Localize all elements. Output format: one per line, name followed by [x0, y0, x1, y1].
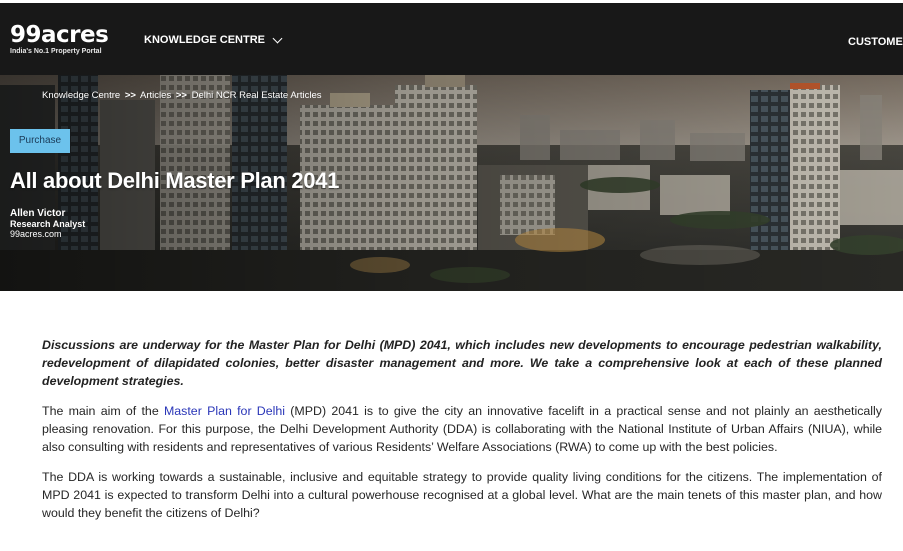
author-name: Allen Victor: [10, 208, 66, 219]
paragraph-text: The main aim of the: [42, 404, 164, 418]
breadcrumb-separator: >>: [175, 90, 187, 101]
breadcrumb: Knowledge Centre >> Articles >> Delhi NC…: [42, 90, 321, 101]
author-block: Allen Victor Research Analyst 99acres.co…: [10, 208, 85, 240]
hero-banner: Knowledge Centre >> Articles >> Delhi NC…: [0, 75, 903, 291]
breadcrumb-separator: >>: [124, 90, 136, 101]
breadcrumb-articles[interactable]: Articles: [140, 90, 171, 101]
article-paragraph-1: The main aim of the Master Plan for Delh…: [42, 402, 882, 456]
page-title: All about Delhi Master Plan 2041: [10, 168, 340, 193]
breadcrumb-knowledge-centre[interactable]: Knowledge Centre: [42, 90, 120, 101]
author-role: Research Analyst: [10, 219, 86, 229]
article-body: Discussions are underway for the Master …: [42, 336, 882, 522]
nav-customer[interactable]: CUSTOMER: [848, 36, 903, 48]
master-plan-link[interactable]: Master Plan for Delhi: [164, 404, 285, 418]
article-lead: Discussions are underway for the Master …: [42, 338, 882, 388]
site-logo[interactable]: 99acres India's No.1 Property Portal: [10, 22, 109, 56]
category-badge[interactable]: Purchase: [10, 129, 70, 153]
author-site: 99acres.com: [10, 229, 62, 239]
chevron-down-icon: [272, 33, 283, 43]
nav-knowledge-centre[interactable]: KNOWLEDGE CENTRE: [144, 33, 283, 46]
top-navbar: 99acres India's No.1 Property Portal KNO…: [0, 0, 903, 75]
article-paragraph-2: The DDA is working towards a sustainable…: [42, 470, 882, 520]
nav-knowledge-centre-label: KNOWLEDGE CENTRE: [144, 34, 265, 46]
breadcrumb-delhi-ncr-articles[interactable]: Delhi NCR Real Estate Articles: [192, 90, 322, 101]
logo-tagline: India's No.1 Property Portal: [10, 48, 102, 55]
logo-text: 99acres: [10, 22, 109, 48]
